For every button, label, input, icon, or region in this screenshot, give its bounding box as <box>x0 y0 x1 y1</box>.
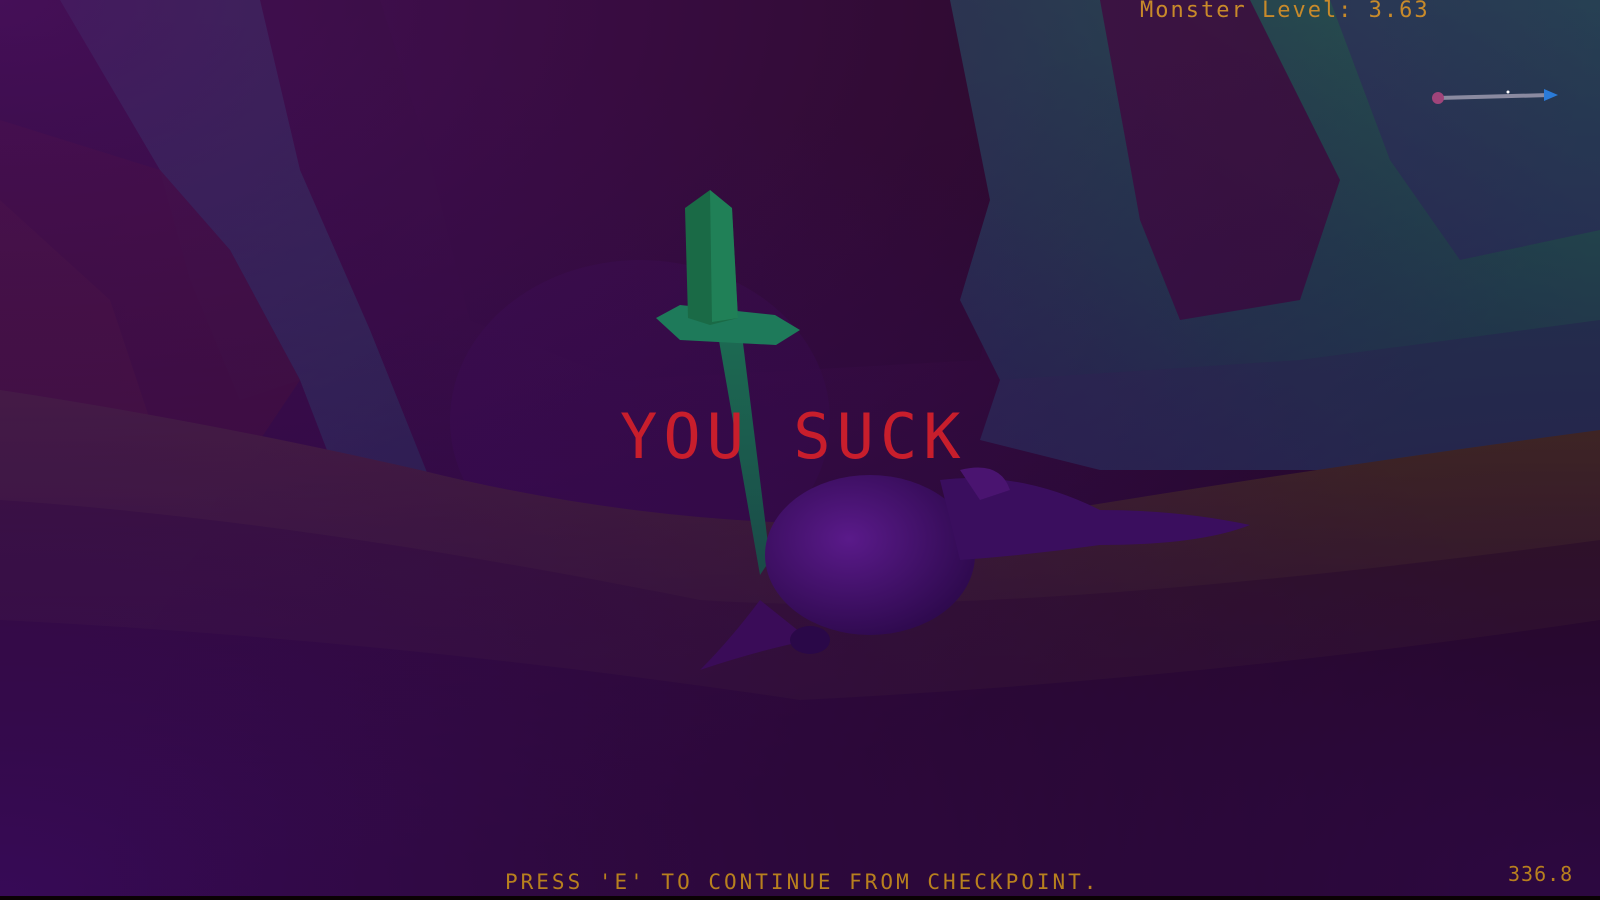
compass-indicator <box>1432 89 1558 104</box>
fps-counter: 336.8 <box>1508 862 1574 886</box>
monster-level-readout: Monster Level: 3.63 <box>1140 0 1430 23</box>
game-viewport[interactable]: Monster Level: 3.63 YOU SUCK PRESS 'E' T… <box>0 0 1600 900</box>
arrow-icon <box>1544 89 1558 101</box>
continue-prompt: PRESS 'E' TO CONTINUE FROM CHECKPOINT. <box>505 870 1100 894</box>
death-title: YOU SUCK <box>620 400 967 473</box>
dot-icon <box>1432 92 1444 104</box>
